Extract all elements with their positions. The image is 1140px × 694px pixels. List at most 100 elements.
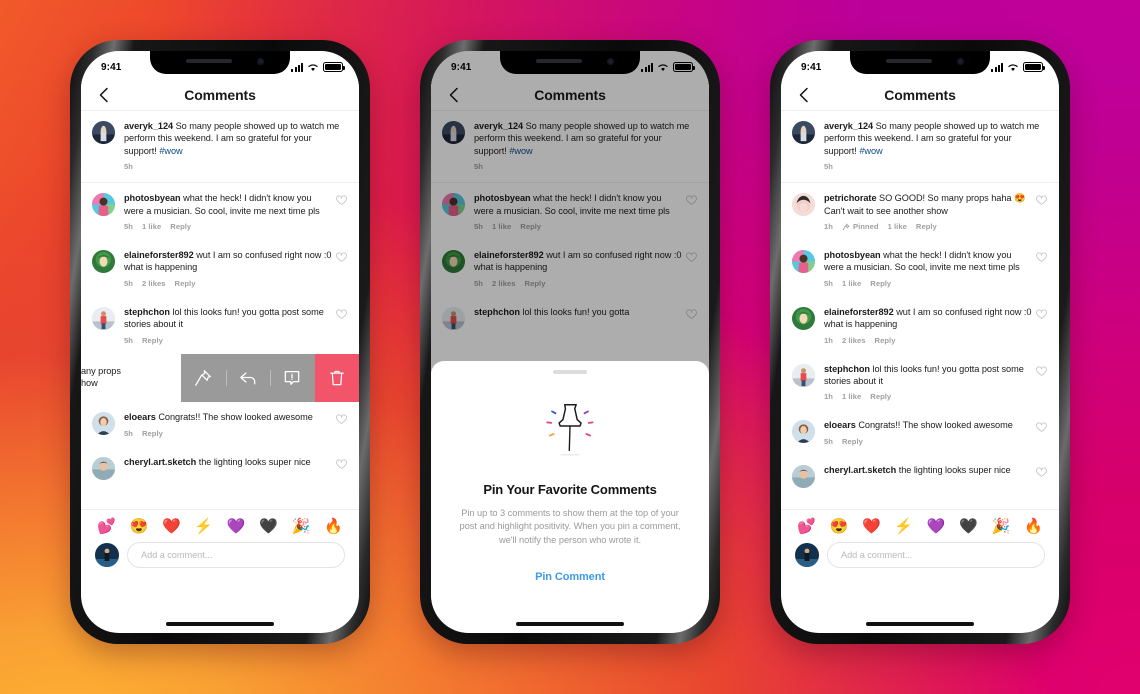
heart-icon[interactable] — [336, 309, 347, 320]
like-count[interactable]: 2 likes — [842, 336, 866, 345]
comment-item[interactable]: eloears Congrats!! The show looked aweso… — [781, 410, 1059, 454]
comment-composer[interactable]: Add a comment... — [781, 537, 1059, 578]
avatar[interactable] — [92, 456, 115, 480]
reply-button[interactable]: Reply — [170, 222, 191, 231]
back-button[interactable] — [795, 86, 813, 104]
swipe-action-bar[interactable] — [181, 353, 359, 403]
emoji-1[interactable]: 😍 — [129, 519, 148, 534]
heart-icon[interactable] — [1036, 309, 1047, 320]
comment-meta: 1h 1 like Reply — [824, 392, 1032, 401]
comment-item[interactable]: stephchon lol this looks fun! you gotta … — [81, 297, 359, 354]
comment-item[interactable]: eloears Congrats!! The show looked aweso… — [81, 402, 359, 446]
battery-icon — [673, 62, 695, 72]
reply-button[interactable]: Reply — [142, 336, 163, 345]
like-count[interactable]: 2 likes — [142, 279, 166, 288]
avatar[interactable] — [92, 193, 115, 217]
comment-composer[interactable]: Add a comment... — [81, 537, 359, 578]
comment-text: cheryl.art.sketch the lighting looks sup… — [124, 456, 311, 467]
heart-icon[interactable] — [1036, 252, 1047, 263]
avatar[interactable] — [92, 306, 115, 330]
comment-text: petrichorate SO GOOD! So many props haha… — [824, 193, 1026, 216]
emoji-2[interactable]: ❤️ — [162, 519, 181, 534]
reply-button[interactable]: Reply — [875, 336, 896, 345]
earpiece-speaker — [186, 59, 232, 63]
avatar[interactable] — [92, 412, 115, 436]
avatar[interactable] — [792, 420, 815, 444]
emoji-6[interactable]: 🎉 — [992, 519, 1011, 534]
pin-comment-button[interactable]: Pin Comment — [535, 571, 605, 583]
back-button[interactable] — [95, 86, 113, 104]
heart-icon[interactable] — [336, 252, 347, 263]
sheet-grabber[interactable] — [553, 370, 587, 374]
like-count[interactable]: 1 like — [842, 392, 861, 401]
emoji-7[interactable]: 🔥 — [1024, 519, 1043, 534]
comment-item-pinned[interactable]: petrichorate SO GOOD! So many props haha… — [781, 183, 1059, 240]
like-count[interactable]: 1 like — [888, 222, 907, 231]
avatar[interactable] — [92, 121, 115, 144]
emoji-quick-bar[interactable]: 💕 😍 ❤️ ⚡ 💜 🖤 🎉 🔥 — [81, 514, 359, 537]
heart-icon[interactable] — [1036, 467, 1047, 478]
emoji-3[interactable]: ⚡ — [894, 519, 913, 534]
avatar[interactable] — [92, 250, 115, 274]
like-count[interactable]: 1 like — [842, 279, 861, 288]
device-notch — [500, 51, 640, 74]
avatar[interactable] — [792, 121, 815, 144]
timestamp: 5h — [124, 222, 133, 232]
heart-icon[interactable] — [1036, 422, 1047, 433]
comment-input[interactable]: Add a comment... — [827, 542, 1045, 568]
emoji-4[interactable]: 💜 — [927, 519, 946, 534]
heart-icon[interactable] — [336, 414, 347, 425]
comment-item[interactable]: cheryl.art.sketch the lighting looks sup… — [781, 455, 1059, 497]
heart-icon[interactable] — [336, 195, 347, 206]
reply-button[interactable]: Reply — [842, 437, 863, 446]
comment-text: photosbyean what the heck! I didn't know… — [824, 250, 1020, 273]
reply-button[interactable]: Reply — [870, 392, 891, 401]
reply-button[interactable]: Reply — [142, 429, 163, 438]
comment-input[interactable]: Add a comment... — [127, 542, 345, 568]
emoji-3[interactable]: ⚡ — [194, 519, 213, 534]
footer-bar: 💕 😍 ❤️ ⚡ 💜 🖤 🎉 🔥 Add a comment... — [781, 509, 1059, 578]
reply-button[interactable]: Reply — [870, 279, 891, 288]
emoji-quick-bar[interactable]: 💕 😍 ❤️ ⚡ 💜 🖤 🎉 🔥 — [781, 514, 1059, 537]
comment-item[interactable]: stephchon lol this looks fun! you gotta … — [781, 354, 1059, 411]
avatar[interactable] — [792, 250, 815, 274]
comment-item[interactable]: photosbyean what the heck! I didn't know… — [781, 240, 1059, 297]
heart-icon[interactable] — [1036, 366, 1047, 377]
comment-item[interactable]: averyk_124 So many people showed up to w… — [781, 111, 1059, 184]
reply-button[interactable]: Reply — [916, 222, 937, 231]
comment-list-3[interactable]: averyk_124 So many people showed up to w… — [781, 111, 1059, 509]
phone-mockup-3: 9:41 Comments averyk_124 So many people … — [770, 40, 1070, 644]
comment-list-1[interactable]: averyk_124 So many people showed up to w… — [81, 111, 359, 509]
reply-action-button[interactable] — [225, 353, 270, 403]
emoji-5[interactable]: 🖤 — [259, 519, 278, 534]
heart-icon[interactable] — [1036, 195, 1047, 206]
emoji-4[interactable]: 💜 — [227, 519, 246, 534]
comment-item[interactable]: cheryl.art.sketch the lighting looks sup… — [81, 447, 359, 489]
avatar[interactable] — [792, 464, 815, 488]
nav-bar: Comments — [781, 79, 1059, 111]
emoji-2[interactable]: ❤️ — [862, 519, 881, 534]
emoji-7[interactable]: 🔥 — [324, 519, 343, 534]
emoji-1[interactable]: 😍 — [829, 519, 848, 534]
comment-item[interactable]: elaineforster892 wut I am so confused ri… — [81, 240, 359, 297]
delete-action-button[interactable] — [314, 353, 359, 403]
comment-item-swiped[interactable]: any props how — [81, 353, 359, 403]
timestamp: 1h — [824, 335, 833, 345]
reply-button[interactable]: Reply — [175, 279, 196, 288]
footer-bar: 💕 😍 ❤️ ⚡ 💜 🖤 🎉 🔥 Add a comment... — [81, 509, 359, 578]
avatar[interactable] — [792, 363, 815, 387]
avatar[interactable] — [792, 306, 815, 330]
emoji-0[interactable]: 💕 — [97, 519, 116, 534]
comment-item[interactable]: elaineforster892 wut I am so confused ri… — [781, 297, 1059, 354]
emoji-5[interactable]: 🖤 — [959, 519, 978, 534]
sheet-description: Pin up to 3 comments to show them at the… — [459, 507, 681, 545]
pin-action-button[interactable] — [181, 353, 226, 403]
comment-item[interactable]: averyk_124 So many people showed up to w… — [81, 111, 359, 184]
emoji-6[interactable]: 🎉 — [292, 519, 311, 534]
avatar[interactable] — [792, 193, 815, 217]
heart-icon[interactable] — [336, 459, 347, 470]
report-action-button[interactable] — [270, 353, 315, 403]
comment-item[interactable]: photosbyean what the heck! I didn't know… — [81, 183, 359, 240]
like-count[interactable]: 1 like — [142, 222, 161, 231]
emoji-0[interactable]: 💕 — [797, 519, 816, 534]
